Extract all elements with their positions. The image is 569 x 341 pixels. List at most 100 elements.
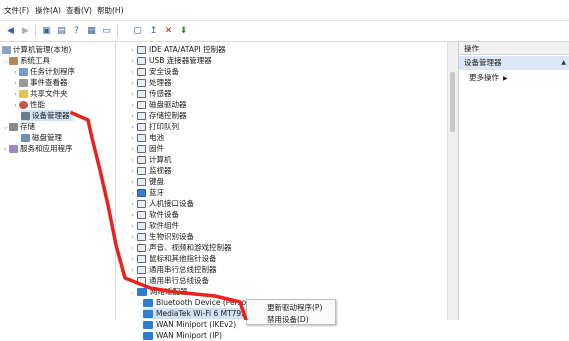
toolbar-separator	[117, 25, 118, 37]
menu-bar: 文件(F) 操作(A) 查看(V) 帮助(H)	[0, 0, 569, 21]
menu-action[interactable]: 操作(A)	[35, 5, 61, 16]
chevron-down-icon[interactable]: ⌵	[2, 56, 9, 67]
chevron-down-icon[interactable]: ⌵	[2, 122, 9, 133]
tree-label: 系统工具	[20, 56, 50, 65]
tree-item-event-viewer[interactable]: › 事件查看器	[12, 77, 68, 88]
device-category[interactable]: › 传感器	[128, 88, 172, 99]
actions-section[interactable]: 设备管理器 ▲	[459, 56, 569, 70]
device-category[interactable]: › 电池	[128, 132, 164, 143]
menu-item-update-driver[interactable]: 更新驱动程序(P)	[267, 302, 322, 314]
more-actions-label: 更多操作	[469, 73, 499, 82]
folder-icon	[19, 90, 28, 98]
tree-item-device-manager[interactable]: 设备管理器	[21, 110, 73, 121]
category-label: 键盘	[149, 177, 164, 186]
chevron-right-icon[interactable]: ›	[2, 144, 9, 155]
device-category[interactable]: › 存储控制器	[128, 110, 187, 121]
device-category[interactable]: › 软件设备	[128, 209, 179, 220]
device-category[interactable]: › 安全设备	[128, 66, 179, 77]
monitor-icon[interactable]: ▭	[100, 24, 113, 37]
details-icon[interactable]: ▦	[85, 24, 98, 37]
category-label: 计算机	[149, 155, 172, 164]
tree-item-services[interactable]: › 服务和应用程序	[2, 143, 73, 154]
tree-label: 设备管理器	[32, 111, 70, 120]
tree-item-root[interactable]: 计算机管理(本地)	[2, 44, 71, 55]
folder-icon[interactable]: ▣	[40, 24, 53, 37]
security-icon	[137, 68, 146, 76]
category-label: IDE ATA/ATAPI 控制器	[149, 45, 226, 54]
chevron-right-icon[interactable]: ›	[12, 100, 19, 111]
computer-icon	[137, 156, 146, 164]
menu-view[interactable]: 查看(V)	[66, 5, 92, 16]
device-category[interactable]: › 通用串行总线设备	[128, 275, 209, 286]
menu-item-disable-device[interactable]: 禁用设备(D)	[267, 314, 309, 326]
network-device[interactable]: WAN Miniport (IP)	[143, 330, 222, 341]
device-category[interactable]: › 计算机	[128, 154, 172, 165]
uninstall-icon[interactable]: ✕	[162, 24, 175, 37]
device-category[interactable]: › 打印队列	[128, 121, 179, 132]
properties-icon[interactable]: ▤	[55, 24, 68, 37]
scan-icon[interactable]: ▢	[131, 24, 144, 37]
category-label: 打印队列	[149, 122, 179, 131]
sensor-icon	[137, 90, 146, 98]
device-category[interactable]: › 处理器	[128, 77, 172, 88]
biometric-icon	[137, 233, 146, 241]
device-category[interactable]: › 通用串行总线控制器	[128, 264, 217, 275]
toolbar: ◀ ▶ ▣ ▤ ? ▦ ▭ ▢ ↥ ✕ ⬇	[0, 21, 569, 42]
network-card-icon	[143, 299, 153, 307]
back-icon[interactable]: ◀	[4, 24, 17, 37]
device-category[interactable]: › 固件	[128, 143, 164, 154]
category-label: 存储控制器	[149, 111, 187, 120]
device-category[interactable]: › 人机接口设备	[128, 198, 194, 209]
network-device[interactable]: WAN Miniport (IKEv2)	[143, 319, 236, 330]
category-label: 传感器	[149, 89, 172, 98]
device-category[interactable]: › 磁盘驱动器	[128, 99, 187, 110]
tree-item-shared-folders[interactable]: › 共享文件夹	[12, 88, 68, 99]
disk-icon	[21, 134, 30, 142]
performance-icon	[19, 101, 28, 109]
device-category[interactable]: › 软件组件	[128, 220, 179, 231]
toolbar-separator	[35, 25, 36, 37]
tree-item-system-tools[interactable]: ⌵ 系统工具	[2, 55, 50, 66]
device-category[interactable]: › 鼠标和其他指针设备	[128, 253, 217, 264]
tree-item-disk-management[interactable]: 磁盘管理	[21, 132, 62, 143]
tools-icon	[9, 57, 18, 65]
device-category[interactable]: › IDE ATA/ATAPI 控制器	[128, 44, 226, 55]
network-adapter-icon	[137, 288, 147, 296]
tree-item-task-scheduler[interactable]: › 任务计划程序	[12, 66, 75, 77]
keyboard-icon	[137, 178, 146, 186]
device-label: WAN Miniport (IKEv2)	[156, 320, 237, 329]
more-actions-item[interactable]: 更多操作 ▶	[459, 72, 569, 84]
help-icon[interactable]: ?	[70, 24, 83, 37]
device-category[interactable]: › 声音、视频和游戏控制器	[128, 242, 232, 253]
scrollbar-thumb[interactable]	[450, 72, 455, 132]
menu-file[interactable]: 文件(F)	[4, 5, 29, 16]
mouse-icon	[137, 255, 146, 263]
collapse-icon[interactable]: ▲	[561, 56, 566, 70]
chevron-down-icon[interactable]: ⌵	[128, 287, 137, 298]
forward-icon[interactable]: ▶	[19, 24, 32, 37]
device-label: WAN Miniport (IP)	[156, 331, 222, 340]
device-category[interactable]: › USB 连接器管理器	[128, 55, 212, 66]
category-label: 人机接口设备	[149, 199, 194, 208]
device-category[interactable]: › 键盘	[128, 176, 164, 187]
device-category[interactable]: › 生物识别设备	[128, 231, 194, 242]
device-category[interactable]: › 监视器	[128, 165, 172, 176]
usb-device-icon	[137, 277, 146, 285]
context-menu: 更新驱动程序(P) 禁用设备(D)	[246, 299, 336, 325]
enable-icon[interactable]: ⬇	[177, 24, 190, 37]
tree-item-storage[interactable]: ⌵ 存储	[2, 121, 35, 132]
device-category-network-adapters[interactable]: ⌵ 网络适配器	[128, 286, 188, 297]
tree-item-performance[interactable]: › 性能	[12, 99, 45, 110]
menu-help[interactable]: 帮助(H)	[97, 5, 124, 16]
vertical-scrollbar[interactable]	[447, 42, 458, 320]
device-manager-icon	[21, 112, 30, 120]
firmware-icon	[137, 145, 146, 153]
update-icon[interactable]: ↥	[147, 24, 160, 37]
category-label: 生物识别设备	[149, 232, 194, 241]
device-category[interactable]: › 蓝牙	[128, 187, 164, 198]
category-label: 软件组件	[149, 221, 179, 230]
network-card-icon	[143, 321, 153, 329]
category-label: USB 连接器管理器	[149, 56, 212, 65]
software-device-icon	[137, 211, 146, 219]
controller-icon	[137, 46, 146, 54]
